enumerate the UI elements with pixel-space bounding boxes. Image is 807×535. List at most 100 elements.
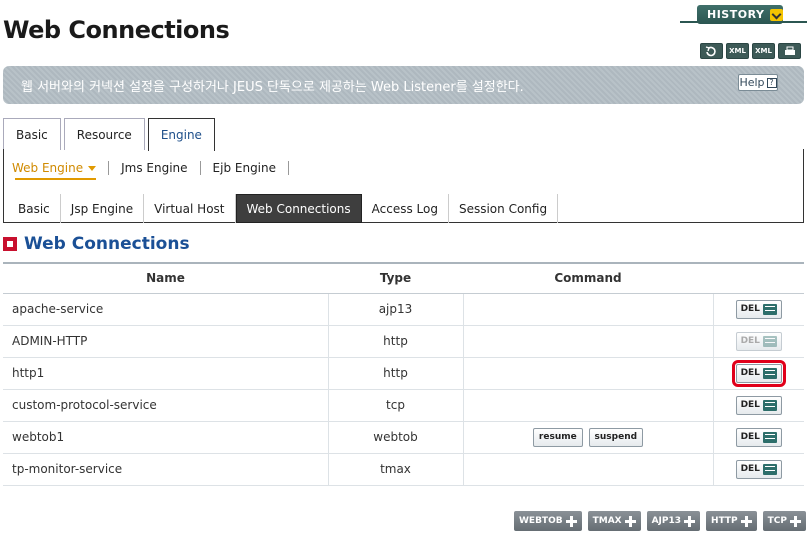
table-header-row: Name Type Command [3, 262, 804, 294]
section-title: Web Connections [24, 234, 190, 254]
delete-button-disabled: DEL [735, 331, 782, 351]
command-cell [463, 325, 714, 358]
connection-name: custom-protocol-service [3, 389, 329, 422]
action-cell: DEL [713, 325, 804, 358]
add-tmax-button[interactable]: TMAX [587, 511, 641, 531]
xml-export-icon[interactable]: XML [726, 43, 749, 59]
tab-jsp-engine[interactable]: Jsp Engine [61, 194, 145, 223]
delete-icon [762, 303, 777, 315]
delete-button[interactable]: DEL [735, 299, 782, 319]
add-connection-bar: WEBTOB TMAX AJP13 HTTP TCP [514, 511, 806, 531]
command-cell [463, 453, 714, 486]
connection-name: ADMIN-HTTP [3, 325, 329, 358]
xml-view-icon[interactable]: XML [752, 43, 775, 59]
action-cell: DEL [713, 421, 804, 454]
table-row: custom-protocol-service tcp DEL [3, 389, 804, 422]
delete-label: DEL [740, 368, 760, 378]
history-button[interactable]: HISTORY [697, 5, 783, 24]
tab-basic[interactable]: Basic [3, 118, 61, 150]
table-row: tp-monitor-service tmax DEL [3, 453, 804, 486]
dropdown-arrow-icon [88, 166, 97, 171]
plus-icon [684, 515, 696, 527]
tab-resource[interactable]: Resource [63, 118, 145, 150]
plus-icon [624, 515, 636, 527]
add-tmax-label: TMAX [592, 516, 622, 526]
page-description: 웹 서버와의 커넥션 설정을 구성하거나 JEUS 단독으로 제공하는 Web … [21, 80, 524, 95]
column-header-actions [713, 262, 804, 294]
column-header-command: Command [463, 262, 713, 294]
delete-label: DEL [740, 336, 760, 346]
section-bullet-icon [3, 237, 17, 251]
submenu-jms-engine[interactable]: Jms Engine [109, 161, 201, 175]
tab-session-config[interactable]: Session Config [449, 194, 559, 223]
column-header-name: Name [3, 262, 328, 294]
help-icon: ? [766, 77, 777, 88]
command-cell [463, 293, 714, 326]
connection-type: ajp13 [328, 293, 464, 326]
add-ajp13-button[interactable]: AJP13 [646, 511, 701, 531]
tab-access-log[interactable]: Access Log [362, 194, 449, 223]
table-row: http1 http DEL [3, 357, 804, 390]
secondary-tabs: Basic Jsp Engine Virtual Host Web Connec… [8, 194, 559, 223]
column-header-type: Type [328, 262, 463, 294]
help-label: Help [739, 76, 765, 89]
add-ajp13-label: AJP13 [651, 516, 682, 526]
connection-type: http [328, 325, 464, 358]
action-cell: DEL [713, 293, 804, 326]
add-tcp-button[interactable]: TCP [762, 511, 806, 531]
submenu-active-underline [15, 178, 96, 180]
connection-type: tmax [328, 453, 464, 486]
tab-virtual-host[interactable]: Virtual Host [144, 194, 236, 223]
connection-name: apache-service [3, 293, 329, 326]
command-cell [463, 389, 714, 422]
resume-button[interactable]: resume [532, 427, 583, 447]
delete-icon [762, 463, 777, 475]
action-cell: DEL [713, 453, 804, 486]
connection-name: webtob1 [3, 421, 329, 454]
connection-type: tcp [328, 389, 464, 422]
add-tcp-label: TCP [767, 516, 787, 526]
primary-tabs: Basic Resource Engine [3, 118, 218, 151]
delete-button[interactable]: DEL [735, 427, 782, 447]
add-webtob-label: WEBTOB [519, 516, 563, 526]
action-cell: DEL [713, 389, 804, 422]
page-title: Web Connections [3, 16, 230, 44]
tab-engine[interactable]: Engine [147, 118, 215, 151]
action-cell: DEL [713, 357, 804, 390]
delete-button[interactable]: DEL [735, 459, 782, 479]
table-row: webtob1 webtob resume suspend DEL [3, 421, 804, 454]
engine-submenu: Web Engine Jms Engine Ejb Engine [12, 161, 290, 175]
refresh-icon[interactable] [700, 43, 723, 59]
add-http-label: HTTP [711, 516, 738, 526]
delete-button[interactable]: DEL [735, 395, 782, 415]
print-icon[interactable] [778, 43, 801, 59]
help-button[interactable]: Help ? [738, 74, 778, 91]
submenu-ejb-engine[interactable]: Ejb Engine [201, 161, 290, 175]
delete-icon [762, 367, 777, 379]
delete-label: DEL [740, 432, 760, 442]
chevron-down-icon [770, 8, 783, 21]
connections-table: Name Type Command apache-service ajp13 D… [3, 262, 804, 486]
table-row: ADMIN-HTTP http DEL [3, 325, 804, 358]
table-row: apache-service ajp13 DEL [3, 293, 804, 326]
plus-icon [565, 515, 577, 527]
command-cell: resume suspend [463, 421, 714, 454]
submenu-web-engine[interactable]: Web Engine [12, 161, 110, 175]
tab-web-connections[interactable]: Web Connections [235, 194, 362, 223]
header-toolbar: XML XML [700, 43, 801, 59]
description-bar: 웹 서버와의 커넥션 설정을 구성하거나 JEUS 단독으로 제공하는 Web … [3, 66, 804, 104]
delete-button-highlighted[interactable]: DEL [731, 359, 786, 387]
connection-type: webtob [328, 421, 464, 454]
history-label: HISTORY [707, 8, 765, 21]
connection-type: http [328, 357, 464, 390]
add-http-button[interactable]: HTTP [706, 511, 757, 531]
add-webtob-button[interactable]: WEBTOB [514, 511, 582, 531]
plus-icon [790, 515, 801, 527]
delete-label: DEL [740, 464, 760, 474]
delete-icon [762, 335, 777, 347]
delete-icon [762, 399, 777, 411]
submenu-web-engine-label: Web Engine [12, 161, 84, 175]
suspend-button[interactable]: suspend [588, 427, 644, 447]
delete-label: DEL [740, 304, 760, 314]
tab-web-basic[interactable]: Basic [8, 194, 61, 223]
